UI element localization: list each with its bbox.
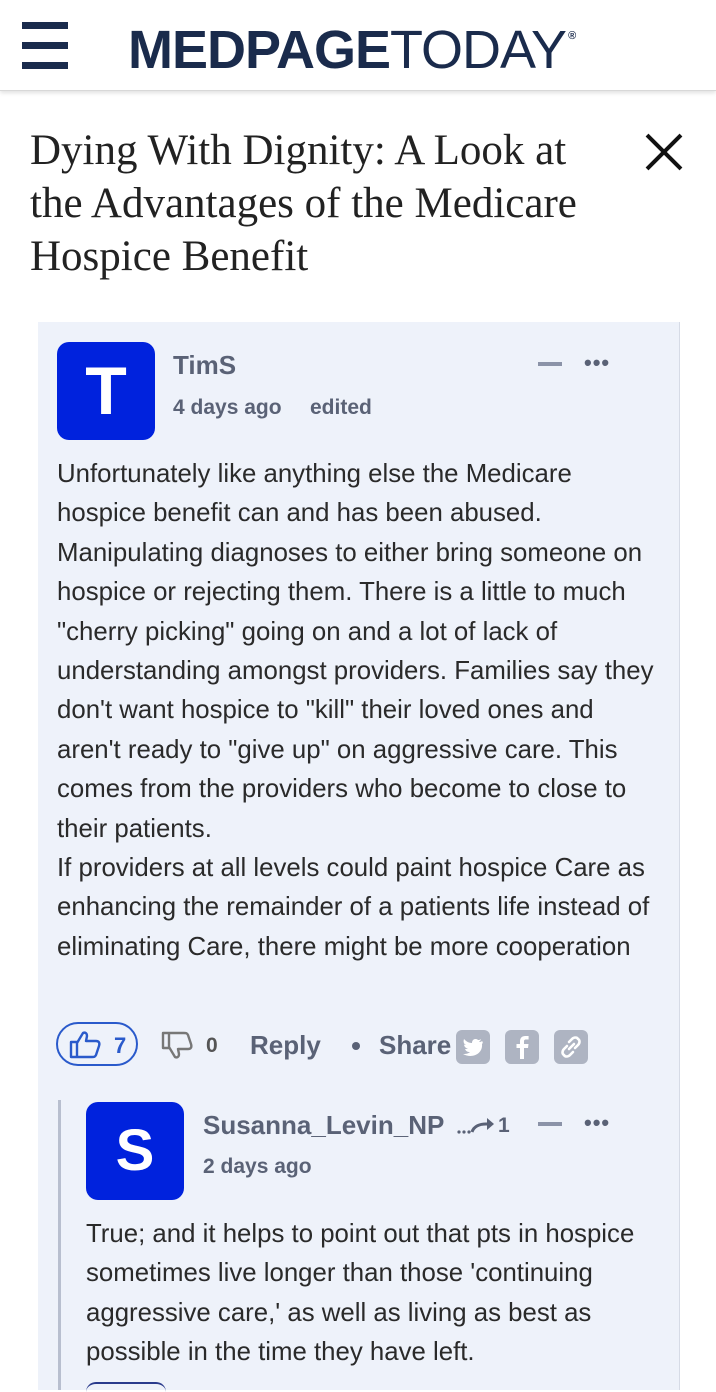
reply-to-count: 1 [498, 1114, 510, 1137]
link-icon[interactable] [554, 1030, 588, 1064]
comment-paragraph: Unfortunately like anything else the Med… [57, 460, 654, 843]
comment-actions: 7 0 Reply Share › [56, 1022, 656, 1072]
comment-body: Unfortunately like anything else the Med… [57, 455, 657, 967]
more-options-icon[interactable]: ••• [584, 350, 610, 376]
upvote-button[interactable]: 7 [56, 1022, 138, 1066]
upvote-count: 7 [114, 1033, 127, 1058]
thumbs-up-icon [69, 1031, 101, 1059]
next-avatar-partial [86, 1382, 166, 1392]
comment-body: True; and it helps to point out that pts… [86, 1220, 635, 1367]
comment-timestamp[interactable]: 4 days ago [173, 396, 282, 420]
downvote-count: 0 [206, 1034, 218, 1057]
reply-to-link[interactable]: 1 [456, 1114, 518, 1140]
share-button[interactable]: Share › [361, 1030, 469, 1061]
hamburger-menu-icon[interactable] [22, 22, 68, 70]
minimize-icon[interactable] [538, 1122, 562, 1126]
comment-paragraph: If providers at all levels could paint h… [57, 854, 650, 961]
top-navigation-bar: MEDPAGETODAY ® [0, 0, 716, 91]
reply-thread-line [58, 1100, 61, 1390]
twitter-icon[interactable] [456, 1030, 490, 1064]
medpage-today-logo[interactable]: MEDPAGETODAY ® [128, 20, 576, 80]
minimize-icon[interactable] [538, 362, 562, 366]
comment-author[interactable]: Susanna_Levin_NP [203, 1110, 444, 1141]
avatar[interactable]: S [86, 1102, 184, 1200]
logo-bold-text: MEDPAGE [128, 20, 391, 80]
comments-panel: T TimS 4 days ago edited ••• Unfortunate… [38, 322, 680, 1390]
reply-button[interactable]: Reply [250, 1030, 321, 1061]
logo-light-text: TODAY [390, 20, 567, 80]
comment-timestamp[interactable]: 2 days ago [203, 1155, 312, 1179]
article-title: Dying With Dignity: A Look at the Advant… [30, 127, 577, 280]
thumbs-down-icon[interactable] [160, 1030, 194, 1060]
share-label: Share [379, 1030, 452, 1060]
close-icon[interactable] [644, 132, 684, 172]
reply-arrow-icon [457, 1118, 494, 1134]
comment-author[interactable]: TimS [173, 350, 236, 381]
facebook-icon[interactable] [505, 1030, 539, 1064]
edited-label: edited [310, 396, 372, 419]
registered-mark: ® [568, 30, 576, 42]
separator-dot [352, 1042, 360, 1050]
more-options-icon[interactable]: ••• [584, 1110, 610, 1136]
avatar[interactable]: T [57, 342, 155, 440]
